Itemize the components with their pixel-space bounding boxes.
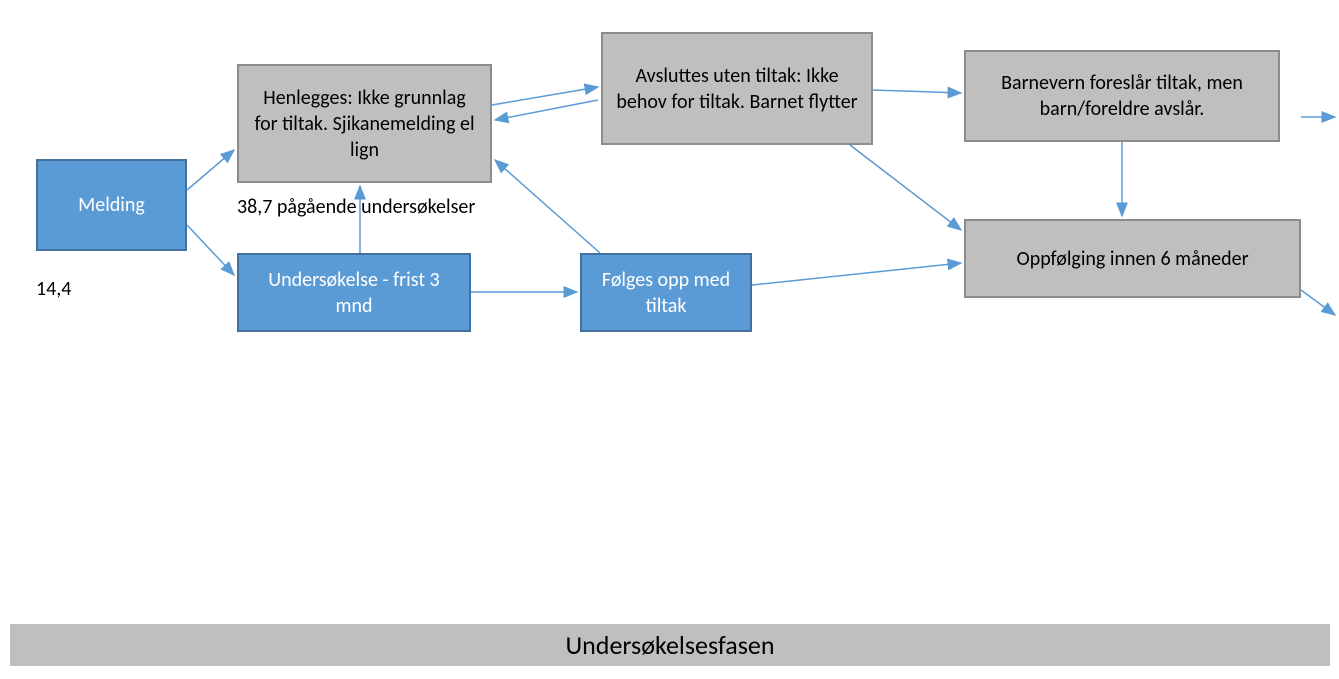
node-undersokelse: Undersøkelse - frist 3 mnd xyxy=(237,253,471,332)
arrow-avsluttes-oppfolging xyxy=(850,145,961,230)
node-undersokelse-text: Undersøkelse - frist 3 mnd xyxy=(251,267,457,319)
arrow-oppfolging-right xyxy=(1301,290,1335,315)
node-folges: Følges opp med tiltak xyxy=(580,253,752,332)
footer-phase: Undersøkelsesfasen xyxy=(10,624,1330,666)
node-oppfolging-text: Oppfølging innen 6 måneder xyxy=(1016,246,1248,272)
node-barnevern-text: Barnevern foreslår tiltak, men barn/fore… xyxy=(978,70,1266,122)
node-avsluttes-text: Avsluttes uten tiltak: Ikke behov for ti… xyxy=(615,63,859,115)
footer-text: Undersøkelsesfasen xyxy=(565,629,774,661)
arrow-folges-henlegges xyxy=(495,160,600,253)
label-undersokelser-value: 38,7 pågående undersøkelser xyxy=(237,195,475,219)
node-avsluttes: Avsluttes uten tiltak: Ikke behov for ti… xyxy=(601,32,873,145)
arrow-folges-oppfolging xyxy=(752,263,961,285)
arrow-avsluttes-barnevern xyxy=(873,90,961,93)
node-melding-text: Melding xyxy=(78,192,145,218)
node-folges-text: Følges opp med tiltak xyxy=(594,267,738,319)
node-henlegges: Henlegges: Ikke grunnlag for tiltak. Sji… xyxy=(237,64,492,183)
label-melding-value: 14,4 xyxy=(36,277,71,301)
node-oppfolging: Oppfølging innen 6 måneder xyxy=(964,219,1301,298)
arrow-melding-undersokelse xyxy=(187,225,234,275)
node-barnevern: Barnevern foreslår tiltak, men barn/fore… xyxy=(964,50,1280,142)
node-melding: Melding xyxy=(36,159,187,251)
arrow-avsluttes-henlegges xyxy=(495,100,598,120)
node-henlegges-text: Henlegges: Ikke grunnlag for tiltak. Sji… xyxy=(251,85,478,163)
arrow-henlegges-avsluttes xyxy=(492,87,598,105)
arrow-melding-henlegges xyxy=(187,150,234,190)
